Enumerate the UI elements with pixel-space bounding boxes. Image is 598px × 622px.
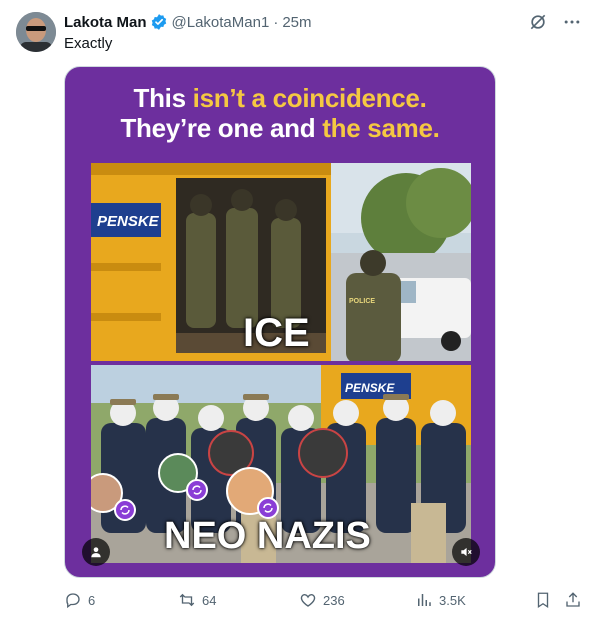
person-icon[interactable] — [82, 538, 110, 566]
share-icon — [566, 592, 580, 607]
more-icon[interactable] — [562, 12, 582, 37]
headline-part: This — [133, 83, 193, 113]
label-neo-nazis: NEO NAZIS — [164, 515, 371, 557]
grok-icon[interactable] — [528, 12, 548, 37]
views-button[interactable]: 3.5K — [415, 590, 466, 610]
headline-highlight: the same. — [322, 113, 440, 143]
share-button[interactable] — [564, 590, 582, 610]
reply-count: 6 — [88, 592, 96, 608]
collage-illustration: PENSKE POLICE PENSKE — [91, 163, 471, 563]
tweet-text: Exactly — [64, 35, 113, 52]
tweet-media[interactable]: This isn’t a coincidence. They’re one an… — [64, 66, 496, 578]
tweet-header: Lakota Man @LakotaMan1 · 25m — [64, 12, 312, 32]
verified-badge-icon — [150, 13, 168, 31]
author-handle[interactable]: @LakotaMan1 — [172, 14, 270, 31]
reply-icon — [66, 593, 80, 609]
avatar[interactable] — [16, 12, 56, 52]
header-actions — [528, 12, 582, 37]
bookmark-icon — [537, 592, 549, 609]
bookmark-button[interactable] — [534, 590, 552, 610]
headline-highlight: isn’t a coincidence. — [192, 83, 427, 113]
author-name[interactable]: Lakota Man — [64, 14, 147, 31]
tweet-actions: 6 64 236 3.5K — [64, 590, 584, 610]
repost-button[interactable]: 64 — [178, 590, 216, 610]
repost-badge-icon — [114, 499, 136, 521]
media-headline: This isn’t a coincidence. They’re one an… — [65, 83, 495, 143]
separator-dot: · — [273, 13, 279, 31]
collage-photo: PENSKE POLICE PENSKE ICE NEO NAZIS — [91, 163, 471, 563]
like-count: 236 — [323, 592, 345, 608]
views-icon — [418, 594, 431, 606]
truck-logo: PENSKE — [97, 213, 160, 230]
reply-button[interactable]: 6 — [64, 590, 95, 610]
repost-count: 64 — [202, 592, 217, 608]
timestamp[interactable]: 25m — [282, 14, 311, 31]
label-ice: ICE — [243, 311, 310, 355]
like-icon — [300, 594, 316, 607]
police-text: POLICE — [349, 298, 375, 305]
like-button[interactable]: 236 — [299, 590, 345, 610]
repost-badge-icon — [186, 479, 208, 501]
truck-logo: PENSKE — [345, 381, 395, 395]
mute-icon[interactable] — [452, 538, 480, 566]
repost-icon — [179, 593, 195, 607]
headline-part: They’re one and — [120, 113, 323, 143]
views-count: 3.5K — [439, 592, 466, 608]
